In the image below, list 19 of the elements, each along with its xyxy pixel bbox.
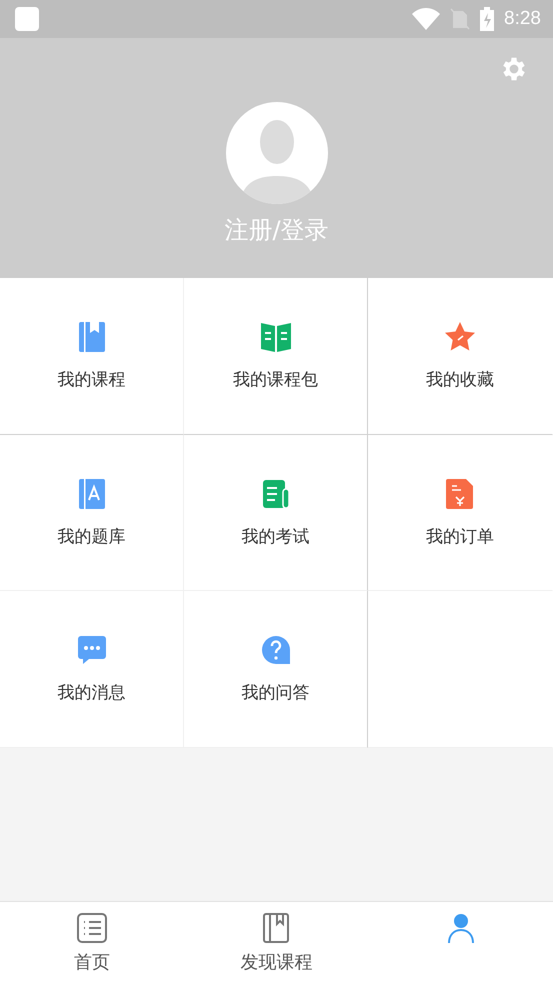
menu-item[interactable]: 我的订单 bbox=[368, 434, 553, 591]
battery-charging-icon bbox=[480, 7, 494, 31]
menu-item[interactable]: 我的考试 bbox=[184, 434, 368, 591]
tab-label: 首页 bbox=[74, 951, 110, 974]
nav-tab[interactable]: 发现课程 bbox=[184, 902, 369, 983]
wifi-icon bbox=[412, 8, 440, 30]
clock-time: 8:28 bbox=[504, 8, 541, 30]
app-icon bbox=[15, 7, 39, 31]
menu-item[interactable]: 我的问答 bbox=[184, 591, 368, 748]
avatar-placeholder-icon[interactable] bbox=[226, 102, 328, 204]
menu-item[interactable]: 我的课程包 bbox=[184, 278, 368, 434]
open-book-icon bbox=[258, 320, 292, 354]
list-icon bbox=[76, 912, 108, 944]
menu-item[interactable]: 我的收藏 bbox=[368, 278, 553, 434]
menu-item[interactable]: 我的消息 bbox=[0, 591, 184, 748]
tab-label: 发现课程 bbox=[240, 951, 312, 974]
menu-item[interactable]: 我的题库 bbox=[0, 434, 184, 591]
nav-tab[interactable]: 首页 bbox=[0, 902, 184, 983]
menu-item[interactable]: 我的课程 bbox=[0, 278, 184, 434]
